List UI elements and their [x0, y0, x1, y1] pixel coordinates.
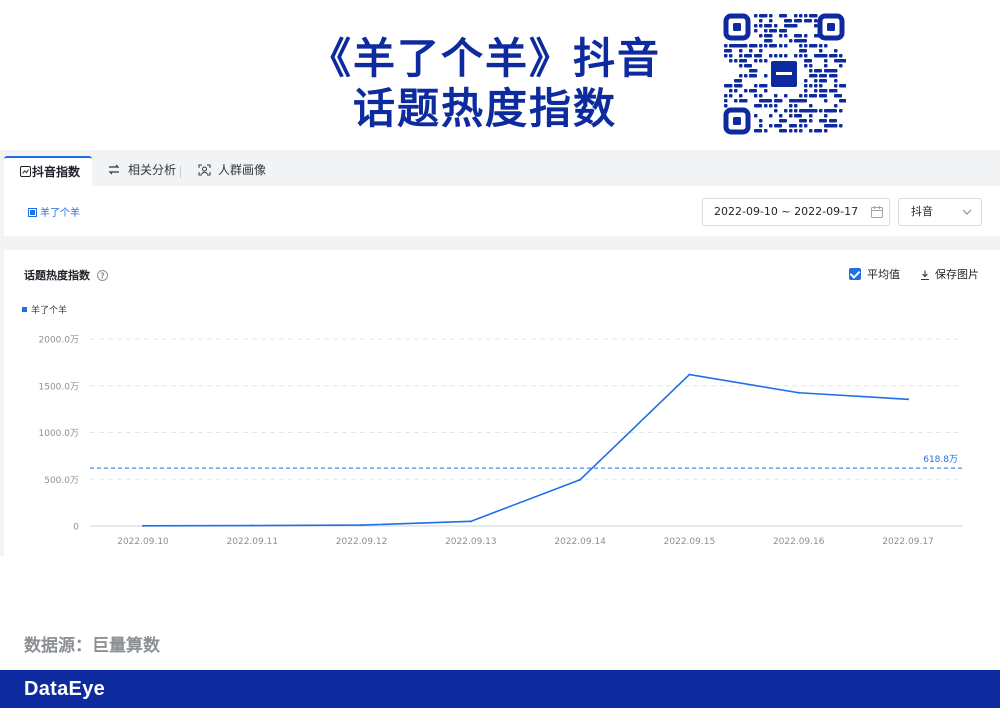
y-tick-label: 2000.0万 — [39, 336, 80, 346]
y-tick-label: 500.0万 — [44, 476, 79, 486]
data-source-note: 数据源：巨量算数 — [24, 636, 160, 656]
platform-select[interactable]: 抖音 — [898, 198, 982, 226]
x-tick-label: 2022.09.16 — [773, 537, 825, 547]
data-point — [688, 373, 691, 376]
calendar-icon — [871, 206, 883, 218]
trend-chart-icon — [20, 166, 31, 177]
series-line — [142, 373, 909, 527]
x-tick-label: 2022.09.13 — [445, 537, 497, 547]
topic-checkbox-icon — [28, 208, 37, 217]
data-point — [797, 391, 800, 394]
x-tick-label: 2022.09.17 — [882, 537, 934, 547]
headline-line-1: 《羊了个羊》抖音 — [308, 34, 661, 83]
date-range-value: 2022-09-10 ~ 2022-09-17 — [714, 205, 859, 218]
data-point — [907, 398, 909, 401]
data-point — [360, 524, 363, 527]
data-point — [469, 520, 472, 523]
data-point — [251, 524, 254, 527]
x-tick-label: 2022.09.15 — [664, 537, 716, 547]
headline: 《羊了个羊》抖音 话题热度指数 — [250, 34, 720, 134]
topic-label: 羊了个羊 — [40, 208, 80, 219]
x-tick-label: 2022.09.11 — [227, 537, 279, 547]
x-tick-label: 2022.09.14 — [554, 537, 606, 547]
footer-bar: DataEye — [0, 670, 1000, 708]
average-label: 618.8万 — [923, 455, 958, 465]
platform-value: 抖音 — [911, 205, 933, 218]
date-range-picker[interactable]: 2022-09-10 ~ 2022-09-17 — [702, 198, 890, 226]
tab-related-analysis[interactable]: 相关分析 — [108, 156, 176, 186]
tab-divider — [180, 166, 181, 178]
y-tick-label: 0 — [73, 523, 79, 533]
y-tick-label: 1500.0万 — [39, 382, 80, 392]
tab-label: 相关分析 — [128, 163, 177, 177]
y-tick-label: 1000.0万 — [39, 429, 80, 439]
relation-icon — [108, 164, 120, 175]
filter-card: 羊了个羊 2022-09-10 ~ 2022-09-17 抖音 — [4, 186, 1000, 236]
data-point — [579, 478, 582, 481]
chevron-down-icon — [962, 209, 972, 215]
qr-code-icon — [722, 12, 846, 136]
line-chart: 0 500.0万 1000.0万 1500.0万 2000.0万 2022.09.10 20… — [39, 336, 963, 547]
tab-bar: 抖音指数 相关分析 人群画像 — [0, 152, 1000, 186]
x-tick-label: 2022.09.12 — [336, 537, 388, 547]
user-portrait-icon — [198, 164, 211, 176]
x-tick-label: 2022.09.10 — [117, 537, 169, 547]
headline-line-2: 话题热度指数 — [352, 84, 617, 133]
data-point — [142, 524, 144, 527]
tab-audience-portrait[interactable]: 人群画像 — [198, 156, 266, 186]
tab-douyin-index[interactable]: 抖音指数 — [4, 156, 92, 186]
brand-logo: DataEye — [24, 678, 106, 700]
tab-label: 人群画像 — [218, 163, 267, 177]
topic-chip[interactable]: 羊了个羊 — [28, 204, 80, 219]
